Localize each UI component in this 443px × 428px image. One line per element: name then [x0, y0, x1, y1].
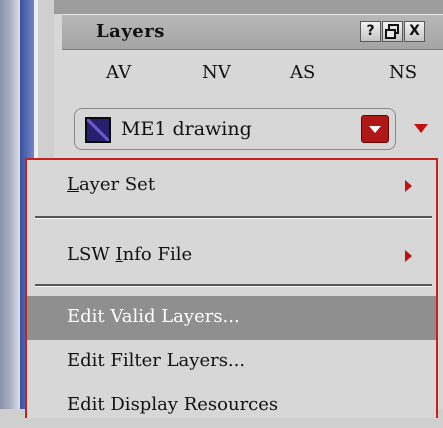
chevron-down-icon	[369, 126, 381, 133]
menu-item-lsw-info-file[interactable]: LSW Info File	[27, 234, 436, 278]
layer-select-value: ME1 drawing	[121, 118, 252, 140]
float-window-icon	[385, 24, 399, 39]
tab-ns[interactable]: NS	[389, 62, 417, 83]
help-button[interactable]: ?	[360, 21, 381, 42]
menu-item-edit-filter-layers[interactable]: Edit Filter Layers...	[27, 340, 436, 384]
tab-av[interactable]: AV	[106, 62, 131, 83]
tab-nv[interactable]: NV	[202, 62, 231, 83]
layer-select-dropdown-button[interactable]	[361, 115, 389, 143]
close-icon: X	[409, 23, 420, 39]
float-button[interactable]	[382, 21, 403, 42]
visibility-tabs: AV NV AS NS	[62, 50, 443, 100]
layer-select-row: ME1 drawing	[62, 100, 443, 158]
submenu-arrow-icon	[405, 180, 412, 192]
close-button[interactable]: X	[404, 21, 425, 42]
layer-swatch-icon	[85, 117, 111, 143]
options-menu: Layer Set LSW Info File Edit Valid Layer…	[25, 158, 438, 418]
panel-top-edge	[54, 0, 443, 14]
chevron-down-icon	[414, 124, 428, 133]
menu-item-edit-display-resources[interactable]: Edit Display Resources	[27, 384, 436, 428]
panel-title: Layers	[96, 21, 165, 42]
menu-item-edit-valid-layers[interactable]: Edit Valid Layers...	[27, 296, 436, 340]
menu-separator	[35, 284, 432, 287]
submenu-arrow-icon	[405, 250, 412, 262]
options-menu-button[interactable]	[412, 122, 430, 136]
tab-as[interactable]: AS	[290, 62, 315, 83]
menu-separator	[35, 216, 432, 219]
layers-titlebar[interactable]: Layers ? X	[62, 14, 443, 50]
layer-select-combobox[interactable]: ME1 drawing	[74, 108, 396, 150]
help-icon: ?	[366, 23, 375, 39]
menu-item-layer-set[interactable]: Layer Set	[27, 164, 436, 208]
